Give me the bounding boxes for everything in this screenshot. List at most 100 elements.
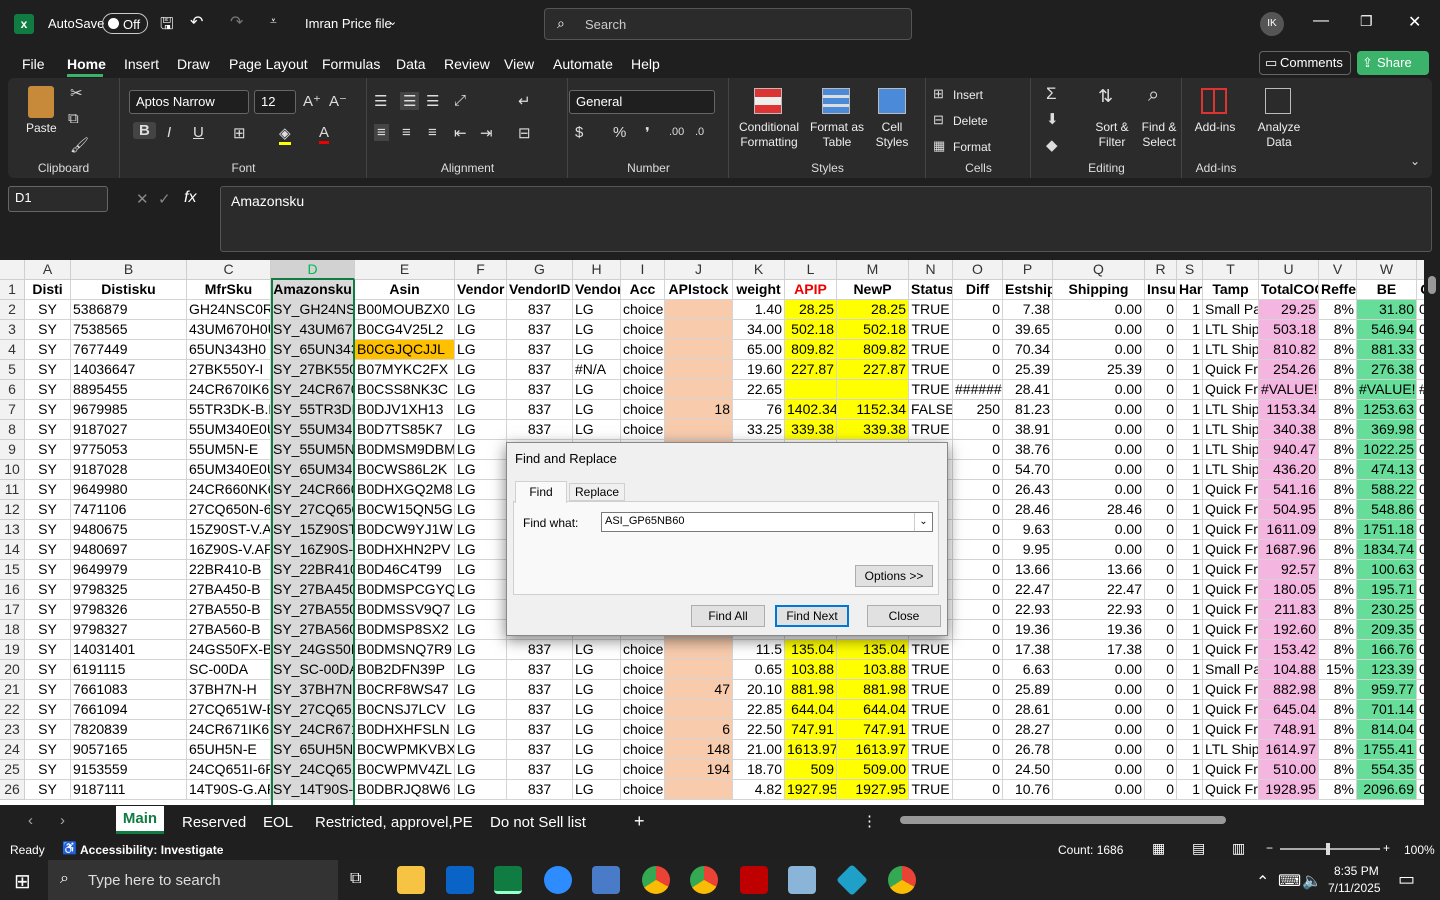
table-cell[interactable]: TRUE: [909, 640, 953, 660]
font-name-select[interactable]: Aptos Narrow: [129, 90, 249, 114]
zoom-slider[interactable]: [1280, 843, 1380, 855]
notifications-icon[interactable]: ▭: [1398, 869, 1415, 890]
table-cell[interactable]: 20.10: [733, 680, 785, 700]
table-cell[interactable]: 22.65: [733, 380, 785, 400]
column-header[interactable]: U: [1259, 260, 1319, 280]
table-cell[interactable]: 92.57: [1259, 560, 1319, 580]
avatar[interactable]: IK: [1260, 12, 1284, 36]
accessibility-status[interactable]: Accessibility: Investigate: [80, 843, 223, 857]
table-cell[interactable]: 837: [507, 680, 573, 700]
column-header[interactable]: P: [1003, 260, 1053, 280]
table-cell[interactable]: SY: [25, 540, 71, 560]
filezilla-icon[interactable]: [740, 866, 768, 894]
table-cell[interactable]: 1: [1177, 320, 1203, 340]
header-cell[interactable]: Asin: [355, 280, 455, 300]
table-cell[interactable]: 0: [1145, 420, 1177, 440]
table-cell[interactable]: SY_27BA450-B: [271, 580, 355, 600]
header-cell[interactable]: Amazonsku: [271, 280, 355, 300]
table-cell[interactable]: [665, 380, 733, 400]
ribbon-collapse-icon[interactable]: ⌄: [1410, 154, 1420, 168]
table-cell[interactable]: SY_GH24NSC0R: [271, 300, 355, 320]
table-cell[interactable]: 104.88: [1259, 660, 1319, 680]
table-cell[interactable]: 0: [1417, 540, 1424, 560]
table-cell[interactable]: SY: [25, 420, 71, 440]
table-cell[interactable]: #VALUE!: [1259, 380, 1319, 400]
table-cell[interactable]: 0.00: [1053, 480, 1145, 500]
copy-icon[interactable]: ⧉: [68, 110, 79, 127]
table-cell[interactable]: 22.50: [733, 720, 785, 740]
table-cell[interactable]: 81.23: [1003, 400, 1053, 420]
table-cell[interactable]: 33.25: [733, 420, 785, 440]
table-cell[interactable]: 0.00: [1053, 400, 1145, 420]
table-cell[interactable]: LG: [573, 320, 621, 340]
table-cell[interactable]: 100.63: [1357, 560, 1417, 580]
tab-find[interactable]: Find: [515, 481, 567, 503]
page-break-view-icon[interactable]: ▥: [1232, 840, 1245, 857]
column-header[interactable]: K: [733, 260, 785, 280]
font-color-icon[interactable]: A: [319, 124, 330, 144]
excel-taskbar-icon[interactable]: [494, 866, 522, 894]
table-cell[interactable]: 0: [953, 300, 1003, 320]
header-cell[interactable]: APIP: [785, 280, 837, 300]
table-cell[interactable]: SY_27CQ650N-6: [271, 500, 355, 520]
table-cell[interactable]: 1927.95: [837, 780, 909, 800]
table-cell[interactable]: 0: [1145, 400, 1177, 420]
table-cell[interactable]: LG: [573, 300, 621, 320]
table-cell[interactable]: choice: [621, 780, 665, 800]
menu-review[interactable]: Review: [444, 56, 490, 72]
table-cell[interactable]: Small Pa: [1203, 300, 1259, 320]
table-cell[interactable]: B0DJV1XH13: [355, 400, 455, 420]
table-cell[interactable]: 502.18: [837, 320, 909, 340]
table-cell[interactable]: 0: [1145, 760, 1177, 780]
row-header[interactable]: 19: [0, 640, 25, 660]
column-header[interactable]: J: [665, 260, 733, 280]
table-cell[interactable]: SY: [25, 660, 71, 680]
table-cell[interactable]: 9649980: [71, 480, 187, 500]
table-cell[interactable]: 1: [1177, 400, 1203, 420]
table-cell[interactable]: 11.5: [733, 640, 785, 660]
table-cell[interactable]: 0.00: [1053, 520, 1145, 540]
row-header[interactable]: 9: [0, 440, 25, 460]
table-cell[interactable]: 8%: [1319, 680, 1357, 700]
table-cell[interactable]: SY_37BH7N-H: [271, 680, 355, 700]
table-cell[interactable]: 1: [1177, 300, 1203, 320]
table-cell[interactable]: 65UN343H0: [187, 340, 271, 360]
table-cell[interactable]: 837: [507, 700, 573, 720]
table-cell[interactable]: 28.61: [1003, 700, 1053, 720]
table-cell[interactable]: 959.77: [1357, 680, 1417, 700]
header-cell[interactable]: BE: [1357, 280, 1417, 300]
autosum-icon[interactable]: Σ: [1046, 84, 1057, 104]
table-cell[interactable]: 510.00: [1259, 760, 1319, 780]
table-cell[interactable]: 369.98: [1357, 420, 1417, 440]
table-cell[interactable]: B0CG4V25L2: [355, 320, 455, 340]
table-cell[interactable]: 1755.41: [1357, 740, 1417, 760]
header-cell[interactable]: APIstock: [665, 280, 733, 300]
table-cell[interactable]: GH24NSC0R: [187, 300, 271, 320]
menu-view[interactable]: View: [504, 56, 534, 72]
table-cell[interactable]: 8%: [1319, 300, 1357, 320]
table-cell[interactable]: B0DHXHFSLN: [355, 720, 455, 740]
table-cell[interactable]: 1: [1177, 520, 1203, 540]
enter-icon[interactable]: ✓: [158, 190, 171, 208]
header-cell[interactable]: weight: [733, 280, 785, 300]
table-cell[interactable]: 8%: [1319, 420, 1357, 440]
windows-start-icon[interactable]: ⊞: [14, 869, 31, 894]
table-cell[interactable]: 1: [1177, 700, 1203, 720]
decrease-decimal-icon[interactable]: .0: [695, 126, 704, 138]
table-cell[interactable]: 65UH5N-E: [187, 740, 271, 760]
table-cell[interactable]: choice: [621, 420, 665, 440]
table-cell[interactable]: LG: [455, 640, 507, 660]
table-cell[interactable]: TRUE: [909, 340, 953, 360]
table-cell[interactable]: 4.82: [733, 780, 785, 800]
table-cell[interactable]: 22BR410-B: [187, 560, 271, 580]
table-cell[interactable]: SY_24CR670IK6P: [271, 380, 355, 400]
table-cell[interactable]: 8%: [1319, 340, 1357, 360]
sheet-tab-eol[interactable]: EOL: [263, 814, 293, 831]
header-cell[interactable]: GM: [1417, 280, 1424, 300]
increase-decimal-icon[interactable]: .00: [669, 126, 684, 138]
table-cell[interactable]: 0: [1145, 320, 1177, 340]
table-cell[interactable]: 76: [733, 400, 785, 420]
close-button[interactable]: Close: [867, 605, 941, 627]
table-cell[interactable]: 0.00: [1053, 460, 1145, 480]
table-cell[interactable]: 0: [1145, 440, 1177, 460]
